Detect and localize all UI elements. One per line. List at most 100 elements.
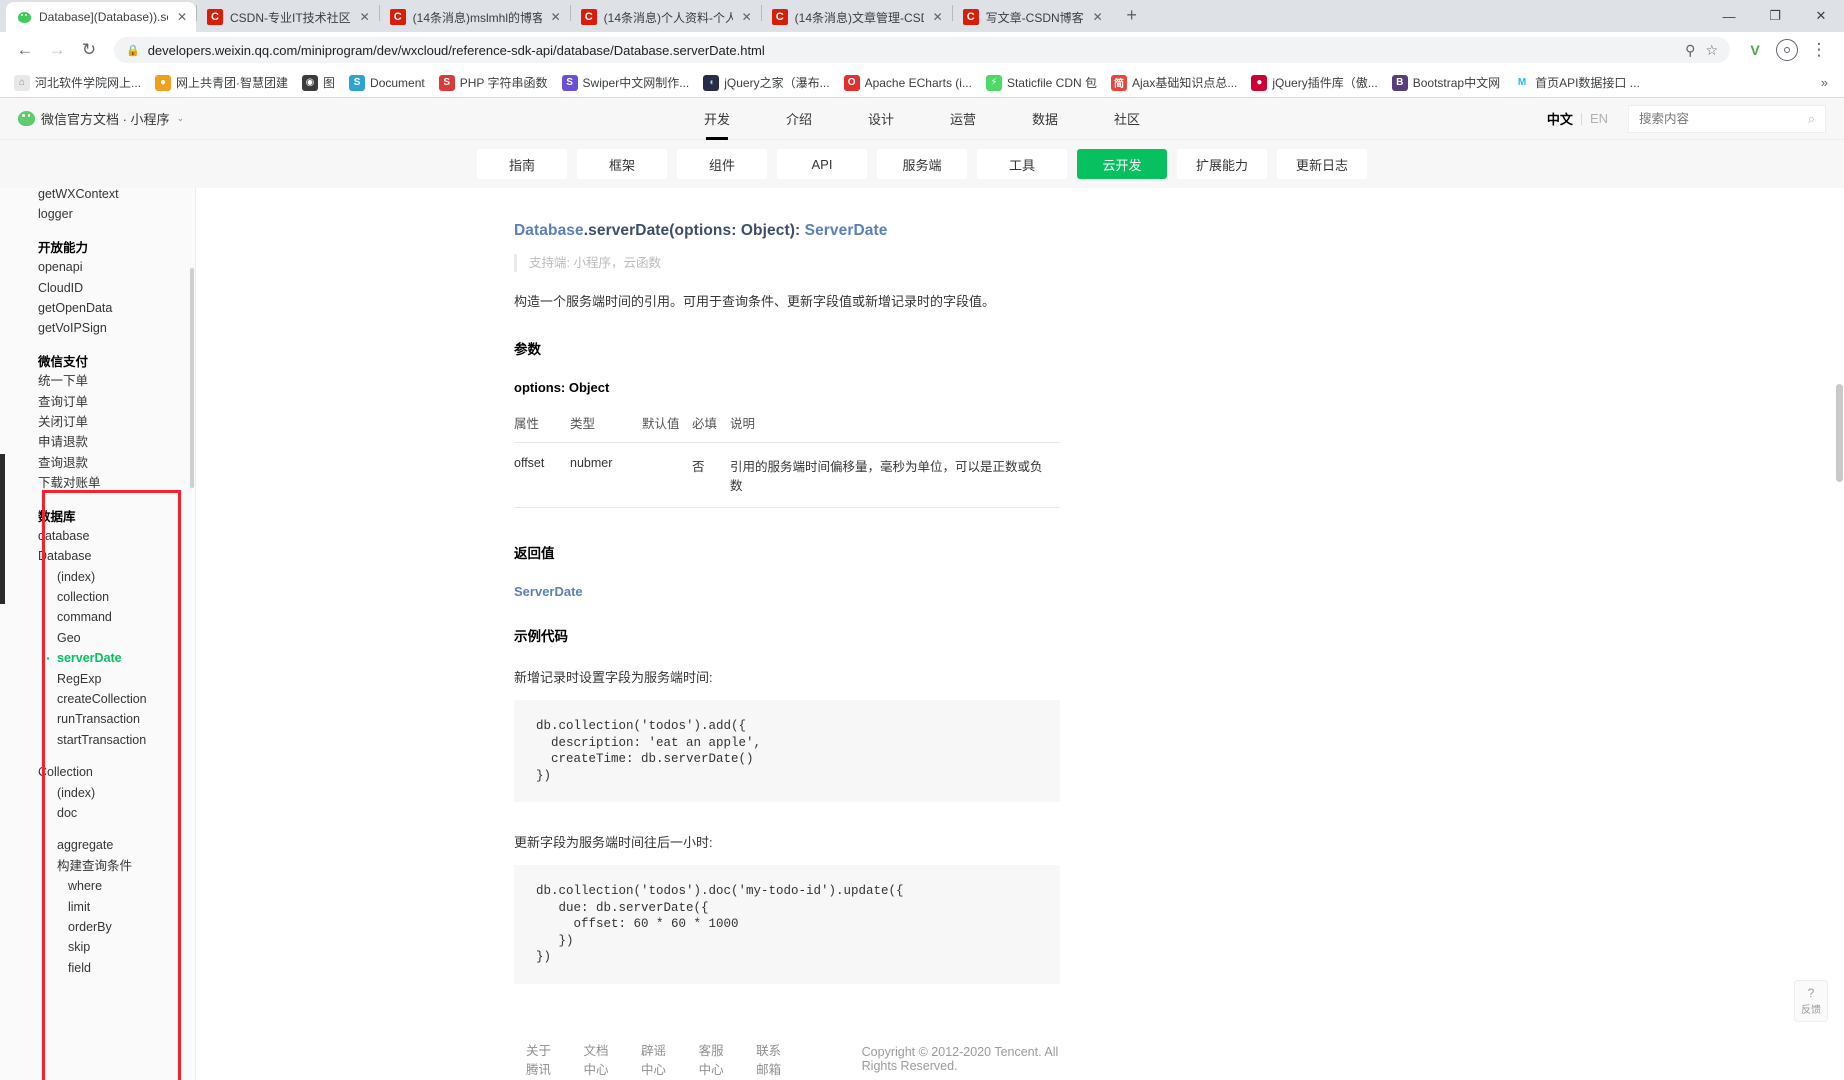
close-window-button[interactable]: ✕ — [1798, 0, 1844, 32]
sidebar-item[interactable]: getWXContext — [0, 188, 195, 204]
bookmark-star-icon[interactable]: ☆ — [1705, 42, 1718, 59]
search-icon[interactable]: ⚲ — [1685, 42, 1695, 59]
sidebar-item[interactable]: serverDate — [0, 648, 195, 669]
site-nav-item[interactable]: 社区 — [1086, 98, 1168, 140]
bookmarks-overflow-icon[interactable]: » — [1813, 75, 1836, 90]
bookmark-item[interactable]: S PHP 字符串函数 — [433, 71, 554, 94]
sidebar-item[interactable]: 构建查询条件 — [0, 856, 195, 876]
browser-tab[interactable]: C CSDN-专业IT技术社区 ✕ — [197, 2, 379, 32]
sidebar-item[interactable]: 统一下单 — [0, 371, 195, 391]
browser-tab[interactable]: C (14条消息)个人资料-个人中心-C ✕ — [570, 2, 761, 32]
minimize-button[interactable]: — — [1706, 0, 1752, 32]
reload-button[interactable]: ↻ — [74, 35, 104, 65]
doc-tab[interactable]: 云开发 — [1077, 149, 1167, 179]
bookmark-item[interactable]: ● 网上共青团·智慧团建 — [149, 71, 294, 94]
profile-avatar-icon[interactable] — [1772, 35, 1802, 65]
sidebar-item[interactable]: skip — [0, 937, 195, 957]
back-button[interactable]: ← — [10, 35, 40, 65]
tab-close-icon[interactable]: ✕ — [357, 9, 373, 25]
bookmark-item[interactable]: S Document — [343, 72, 431, 94]
footer-link[interactable]: 文档中心 — [572, 1040, 630, 1078]
lang-zh-button[interactable]: 中文 — [1539, 109, 1581, 128]
doc-tab[interactable]: 指南 — [477, 149, 567, 179]
footer-link[interactable]: 关于腾讯 — [514, 1040, 572, 1078]
bookmark-item[interactable]: 简 Ajax基础知识点总... — [1105, 71, 1243, 94]
bookmark-item[interactable]: ⚡ Staticfile CDN 包 — [980, 71, 1103, 94]
sidebar-item[interactable]: field — [0, 958, 195, 978]
sidebar-item[interactable]: database — [0, 526, 195, 546]
sidebar-item[interactable]: Database — [0, 546, 195, 566]
sidebar-item[interactable]: 查询订单 — [0, 392, 195, 412]
bookmark-item[interactable]: ◉ 图 — [296, 71, 341, 94]
tab-close-icon[interactable]: ✕ — [1090, 9, 1106, 25]
site-nav-item[interactable]: 设计 — [840, 98, 922, 140]
sidebar-item[interactable]: createCollection — [0, 689, 195, 709]
tab-close-icon[interactable]: ✕ — [174, 9, 190, 25]
sidebar-item[interactable]: command — [0, 607, 195, 627]
page-scrollbar[interactable] — [1836, 384, 1843, 482]
doc-tab[interactable]: 工具 — [977, 149, 1067, 179]
doc-tab[interactable]: 更新日志 — [1277, 149, 1367, 179]
bookmark-item[interactable]: ⌂ 河北软件学院网上... — [8, 71, 147, 94]
forward-button[interactable]: → — [42, 35, 72, 65]
sidebar-item[interactable]: limit — [0, 897, 195, 917]
new-tab-button[interactable]: + — [1118, 2, 1146, 30]
search-icon[interactable]: ⌕ — [1808, 111, 1815, 127]
lang-en-button[interactable]: EN — [1582, 111, 1616, 126]
site-nav-item[interactable]: 介绍 — [758, 98, 840, 140]
sidebar-item[interactable]: 下载对账单 — [0, 473, 195, 493]
doc-tab[interactable]: 服务端 — [877, 149, 967, 179]
browser-tab[interactable]: C 写文章-CSDN博客 ✕ — [952, 2, 1112, 32]
maximize-button[interactable]: ❐ — [1752, 0, 1798, 32]
feedback-button[interactable]: ? 反馈 — [1794, 980, 1828, 1022]
doc-tab[interactable]: 扩展能力 — [1177, 149, 1267, 179]
tab-close-icon[interactable]: ✕ — [739, 9, 755, 25]
sidebar-item[interactable]: doc — [0, 803, 195, 823]
browser-menu-icon[interactable]: ⋮ — [1804, 35, 1834, 65]
sidebar-item[interactable]: orderBy — [0, 917, 195, 937]
address-bar[interactable]: 🔒 developers.weixin.qq.com/miniprogram/d… — [114, 37, 1730, 63]
sidebar-item[interactable]: aggregate — [0, 835, 195, 855]
site-nav-item[interactable]: 运营 — [922, 98, 1004, 140]
bookmark-item[interactable]: M 首页API数据接口 ... — [1508, 71, 1646, 94]
search-input[interactable] — [1639, 111, 1808, 126]
browser-tab[interactable]: C (14条消息)mslmhl的博客_CSDN ✕ — [379, 2, 570, 32]
bookmark-item[interactable]: B Bootstrap中文网 — [1386, 71, 1506, 94]
footer-link[interactable]: 客服中心 — [687, 1040, 745, 1078]
site-nav-item[interactable]: 数据 — [1004, 98, 1086, 140]
sidebar-item[interactable]: logger — [0, 204, 195, 224]
footer-link[interactable]: 辟谣中心 — [629, 1040, 687, 1078]
footer-link[interactable]: 联系邮箱 — [744, 1040, 802, 1078]
sidebar-item[interactable]: (index) — [0, 783, 195, 803]
doc-tab[interactable]: 框架 — [577, 149, 667, 179]
sidebar-item[interactable]: getOpenData — [0, 298, 195, 318]
sidebar-item[interactable]: where — [0, 876, 195, 896]
sidebar-item[interactable]: Collection — [0, 762, 195, 782]
extension-icon[interactable]: V — [1740, 35, 1770, 65]
sidebar-item[interactable]: 申请退款 — [0, 432, 195, 452]
tab-close-icon[interactable]: ✕ — [930, 9, 946, 25]
sidebar-item[interactable]: Geo — [0, 628, 195, 648]
return-type-link[interactable]: ServerDate — [514, 584, 1060, 599]
bookmark-item[interactable]: ◖ jQuery之家（瀑布... — [697, 71, 835, 94]
bookmark-item[interactable]: ● jQuery插件库（傲... — [1245, 71, 1383, 94]
chevron-down-icon[interactable]: ⌄ — [177, 113, 185, 124]
sidebar-scrollbar[interactable] — [190, 268, 194, 488]
sidebar-item[interactable]: 查询退款 — [0, 453, 195, 473]
sidebar-item[interactable]: 关闭订单 — [0, 412, 195, 432]
browser-tab[interactable]: Database](Database)).serverD ✕ — [6, 2, 196, 32]
sidebar-item[interactable]: (index) — [0, 567, 195, 587]
sidebar-item[interactable]: runTransaction — [0, 709, 195, 729]
site-search[interactable]: ⌕ — [1628, 104, 1826, 133]
sidebar-item[interactable]: CloudID — [0, 278, 195, 298]
site-nav-item[interactable]: 开发 — [676, 98, 758, 140]
doc-tab[interactable]: API — [777, 149, 867, 179]
sidebar-item[interactable]: collection — [0, 587, 195, 607]
sidebar-item[interactable]: getVoIPSign — [0, 318, 195, 338]
bookmark-item[interactable]: O Apache ECharts (i... — [838, 72, 978, 94]
sidebar-item[interactable]: RegExp — [0, 669, 195, 689]
tab-close-icon[interactable]: ✕ — [548, 9, 564, 25]
bookmark-item[interactable]: S Swiper中文网制作... — [556, 71, 696, 94]
browser-tab[interactable]: C (14条消息)文章管理-CSDN博客 ✕ — [761, 2, 952, 32]
site-brand[interactable]: 微信官方文档 · 小程序 ⌄ — [18, 109, 184, 128]
